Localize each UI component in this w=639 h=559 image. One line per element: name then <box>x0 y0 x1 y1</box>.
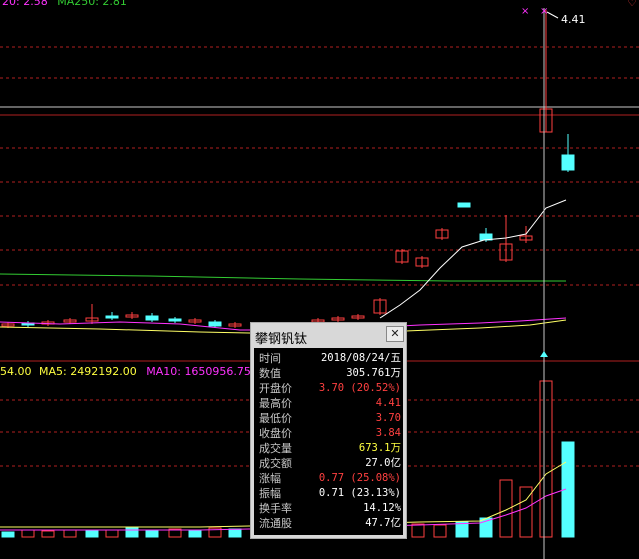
tooltip-row-label: 最低价 <box>259 412 292 425</box>
tooltip-row-value: 4.41 <box>375 397 401 409</box>
tooltip-row-value: 673.1万 <box>358 442 401 454</box>
price-ma-legend: 20: 2.58 MA250: 2.81 <box>2 0 127 8</box>
volume-bar <box>85 530 99 538</box>
volume-bar <box>1 531 15 538</box>
volume-bar <box>411 523 425 538</box>
volume-bar <box>188 529 202 538</box>
tooltip-row: 换手率 14.12% <box>254 501 403 516</box>
volume-bar <box>41 530 55 538</box>
tooltip-row: 收盘价 3.84 <box>254 426 403 441</box>
tooltip-row-label: 涨幅 <box>259 472 281 485</box>
tooltip-row-label: 收盘价 <box>259 427 292 440</box>
tooltip-row-value: 2018/08/24/五 <box>320 352 401 364</box>
volume-legend: 54.00 MA5: 2492192.00 MA10: 1650956.75 <box>0 365 251 378</box>
tooltip-row-value: 305.761万 <box>346 367 401 379</box>
volume-bar <box>21 529 35 538</box>
volume-bar <box>433 524 447 538</box>
ma5-value: 2492192.00 <box>70 365 137 378</box>
volume-bar <box>499 479 513 538</box>
quote-tooltip-table: 时间 2018/08/24/五数值 305.761万开盘价 3.70 (20.52%)… <box>254 348 403 535</box>
tooltip-row: 最低价 3.70 <box>254 411 403 426</box>
crosshair-arrow-icon <box>540 351 548 357</box>
volume-bar <box>63 529 77 538</box>
ma10-value: 1650956.75 <box>184 365 251 378</box>
tooltip-row: 涨幅 0.77 (25.08%) <box>254 471 403 486</box>
tooltip-row-value: 0.77 (25.08%) <box>318 472 401 484</box>
tooltip-row-label: 成交量 <box>259 442 292 455</box>
stock-name: 攀钢钒钛 <box>255 332 308 347</box>
candle-body <box>561 154 575 171</box>
tooltip-row-value: 14.12% <box>363 502 401 514</box>
corner-marker-icon[interactable]: ♡ <box>627 0 637 9</box>
tooltip-row: 振幅 0.71 (23.13%) <box>254 486 403 501</box>
candle-body <box>168 318 182 322</box>
close-icon[interactable]: ✕ <box>386 326 404 342</box>
candle-body <box>457 202 471 208</box>
tooltip-row: 流通股 47.7亿 <box>254 516 403 531</box>
ma250-label: MA250: <box>57 0 99 8</box>
tooltip-row-label: 成交额 <box>259 457 292 470</box>
tooltip-row-label: 流通股 <box>259 517 292 530</box>
tooltip-row: 最高价 4.41 <box>254 396 403 411</box>
x-marker-icon: × <box>540 6 548 17</box>
tooltip-row: 时间 2018/08/24/五 <box>254 351 403 366</box>
tooltip-row: 成交量 673.1万 <box>254 441 403 456</box>
candle-body <box>145 315 159 321</box>
high-price-label: 4.41 <box>561 13 586 26</box>
ma250-value: 2.81 <box>102 0 127 8</box>
moving-average-lines <box>0 199 567 335</box>
volume-bar <box>105 529 119 538</box>
ma20-value: 2.58 <box>23 0 48 8</box>
candlesticks <box>1 10 575 328</box>
volume-bar <box>455 521 469 538</box>
tooltip-row-label: 换手率 <box>259 502 292 515</box>
x-marker-icon: × <box>521 6 529 17</box>
ma20-label: 20: <box>2 0 20 8</box>
tooltip-row-label: 时间 <box>259 352 281 365</box>
tooltip-row-label: 振幅 <box>259 487 281 500</box>
high-pointer-line <box>546 11 559 19</box>
tooltip-row-label: 数值 <box>259 367 281 380</box>
candle-body <box>105 315 119 319</box>
tooltip-row-value: 27.0亿 <box>365 457 401 469</box>
vol-value: 54.00 <box>0 365 32 378</box>
tooltip-row-label: 开盘价 <box>259 382 292 395</box>
volume-bar <box>539 380 553 538</box>
ma10-label: MA10: <box>146 365 181 378</box>
tooltip-row-value: 0.71 (23.13%) <box>318 487 401 499</box>
candle-body <box>208 321 222 327</box>
ma5-label: MA5: <box>39 365 67 378</box>
tooltip-row-value: 3.70 (20.52%) <box>318 382 401 394</box>
tooltip-row-value: 47.7亿 <box>365 517 401 529</box>
tooltip-row: 开盘价 3.70 (20.52%) <box>254 381 403 396</box>
quote-tooltip[interactable]: 攀钢钒钛 ✕ 时间 2018/08/24/五数值 305.761万开盘价 3.70 (… <box>250 322 407 539</box>
tooltip-row: 成交额 27.0亿 <box>254 456 403 471</box>
volume-bar <box>145 529 159 538</box>
volume-bar <box>228 528 242 538</box>
tooltip-row-value: 3.70 <box>375 412 401 424</box>
volume-bar <box>125 527 139 538</box>
tooltip-row: 数值 305.761万 <box>254 366 403 381</box>
ma250-line <box>0 273 566 282</box>
tooltip-row-value: 3.84 <box>375 427 401 439</box>
tooltip-row-label: 最高价 <box>259 397 292 410</box>
